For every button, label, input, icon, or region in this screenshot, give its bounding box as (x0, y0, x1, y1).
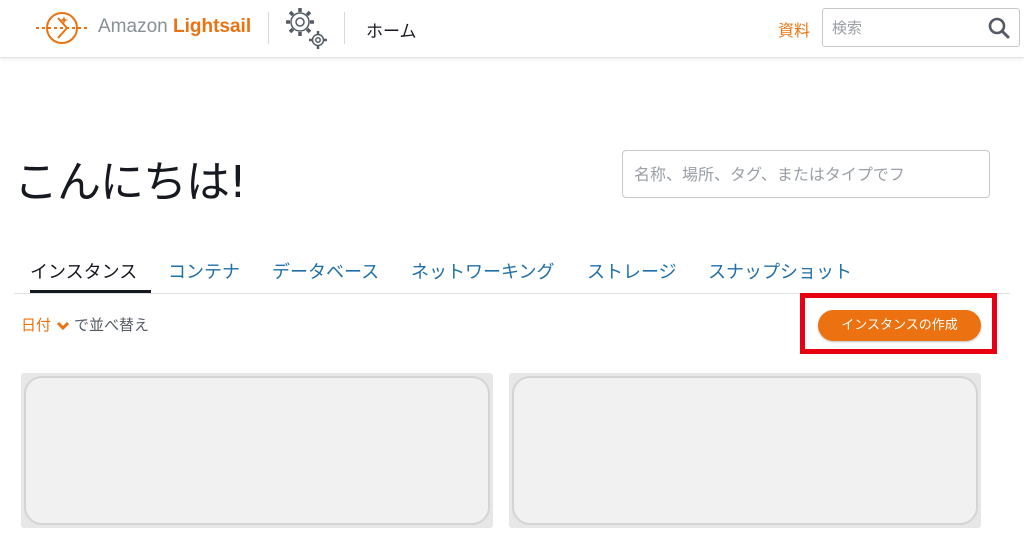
tab-instances[interactable]: インスタンス (30, 258, 137, 284)
logo-brand: Lightsail (172, 16, 252, 37)
card-skeleton (24, 376, 490, 525)
global-search (822, 8, 1020, 47)
sort-key-dropdown[interactable]: 日付 (21, 316, 51, 334)
resource-filter (622, 150, 990, 198)
header-divider (344, 12, 345, 44)
instance-card-placeholder (21, 373, 493, 528)
create-instance-button[interactable]: インスタンスの作成 (818, 310, 981, 341)
chevron-down-icon[interactable] (56, 321, 70, 331)
home-link[interactable]: ホーム (366, 17, 417, 42)
logo-prefix: Amazon (98, 16, 168, 37)
search-icon[interactable] (987, 16, 1011, 40)
header-divider (268, 12, 269, 44)
filter-input[interactable] (623, 151, 989, 197)
docs-link[interactable]: 資料 (778, 17, 810, 41)
tab-containers[interactable]: コンテナ (168, 258, 240, 284)
logo-wordmark[interactable]: Amazon Lightsail (98, 16, 251, 38)
lightsail-logo-icon[interactable] (34, 7, 90, 49)
active-tab-indicator (30, 290, 151, 293)
gear-icon[interactable] (280, 3, 332, 53)
sort-label: で並べ替え (74, 316, 150, 334)
tab-storage[interactable]: ストレージ (587, 258, 677, 284)
instance-card-placeholder (509, 373, 981, 528)
resource-tabs: インスタンス コンテナ データベース ネットワーキング ストレージ スナップショ… (14, 250, 1010, 294)
tab-networking[interactable]: ネットワーキング (411, 258, 554, 284)
top-navigation-bar: Amazon Lightsail ホーム 資料 検索 (0, 0, 1024, 58)
page-greeting: こんにちは! (14, 157, 247, 208)
search-input[interactable] (823, 9, 983, 46)
card-skeleton (512, 376, 978, 525)
tab-databases[interactable]: データベース (272, 258, 379, 284)
tab-snapshots[interactable]: スナップショット (708, 258, 852, 284)
sort-control: 日付 で並べ替え (21, 314, 149, 335)
